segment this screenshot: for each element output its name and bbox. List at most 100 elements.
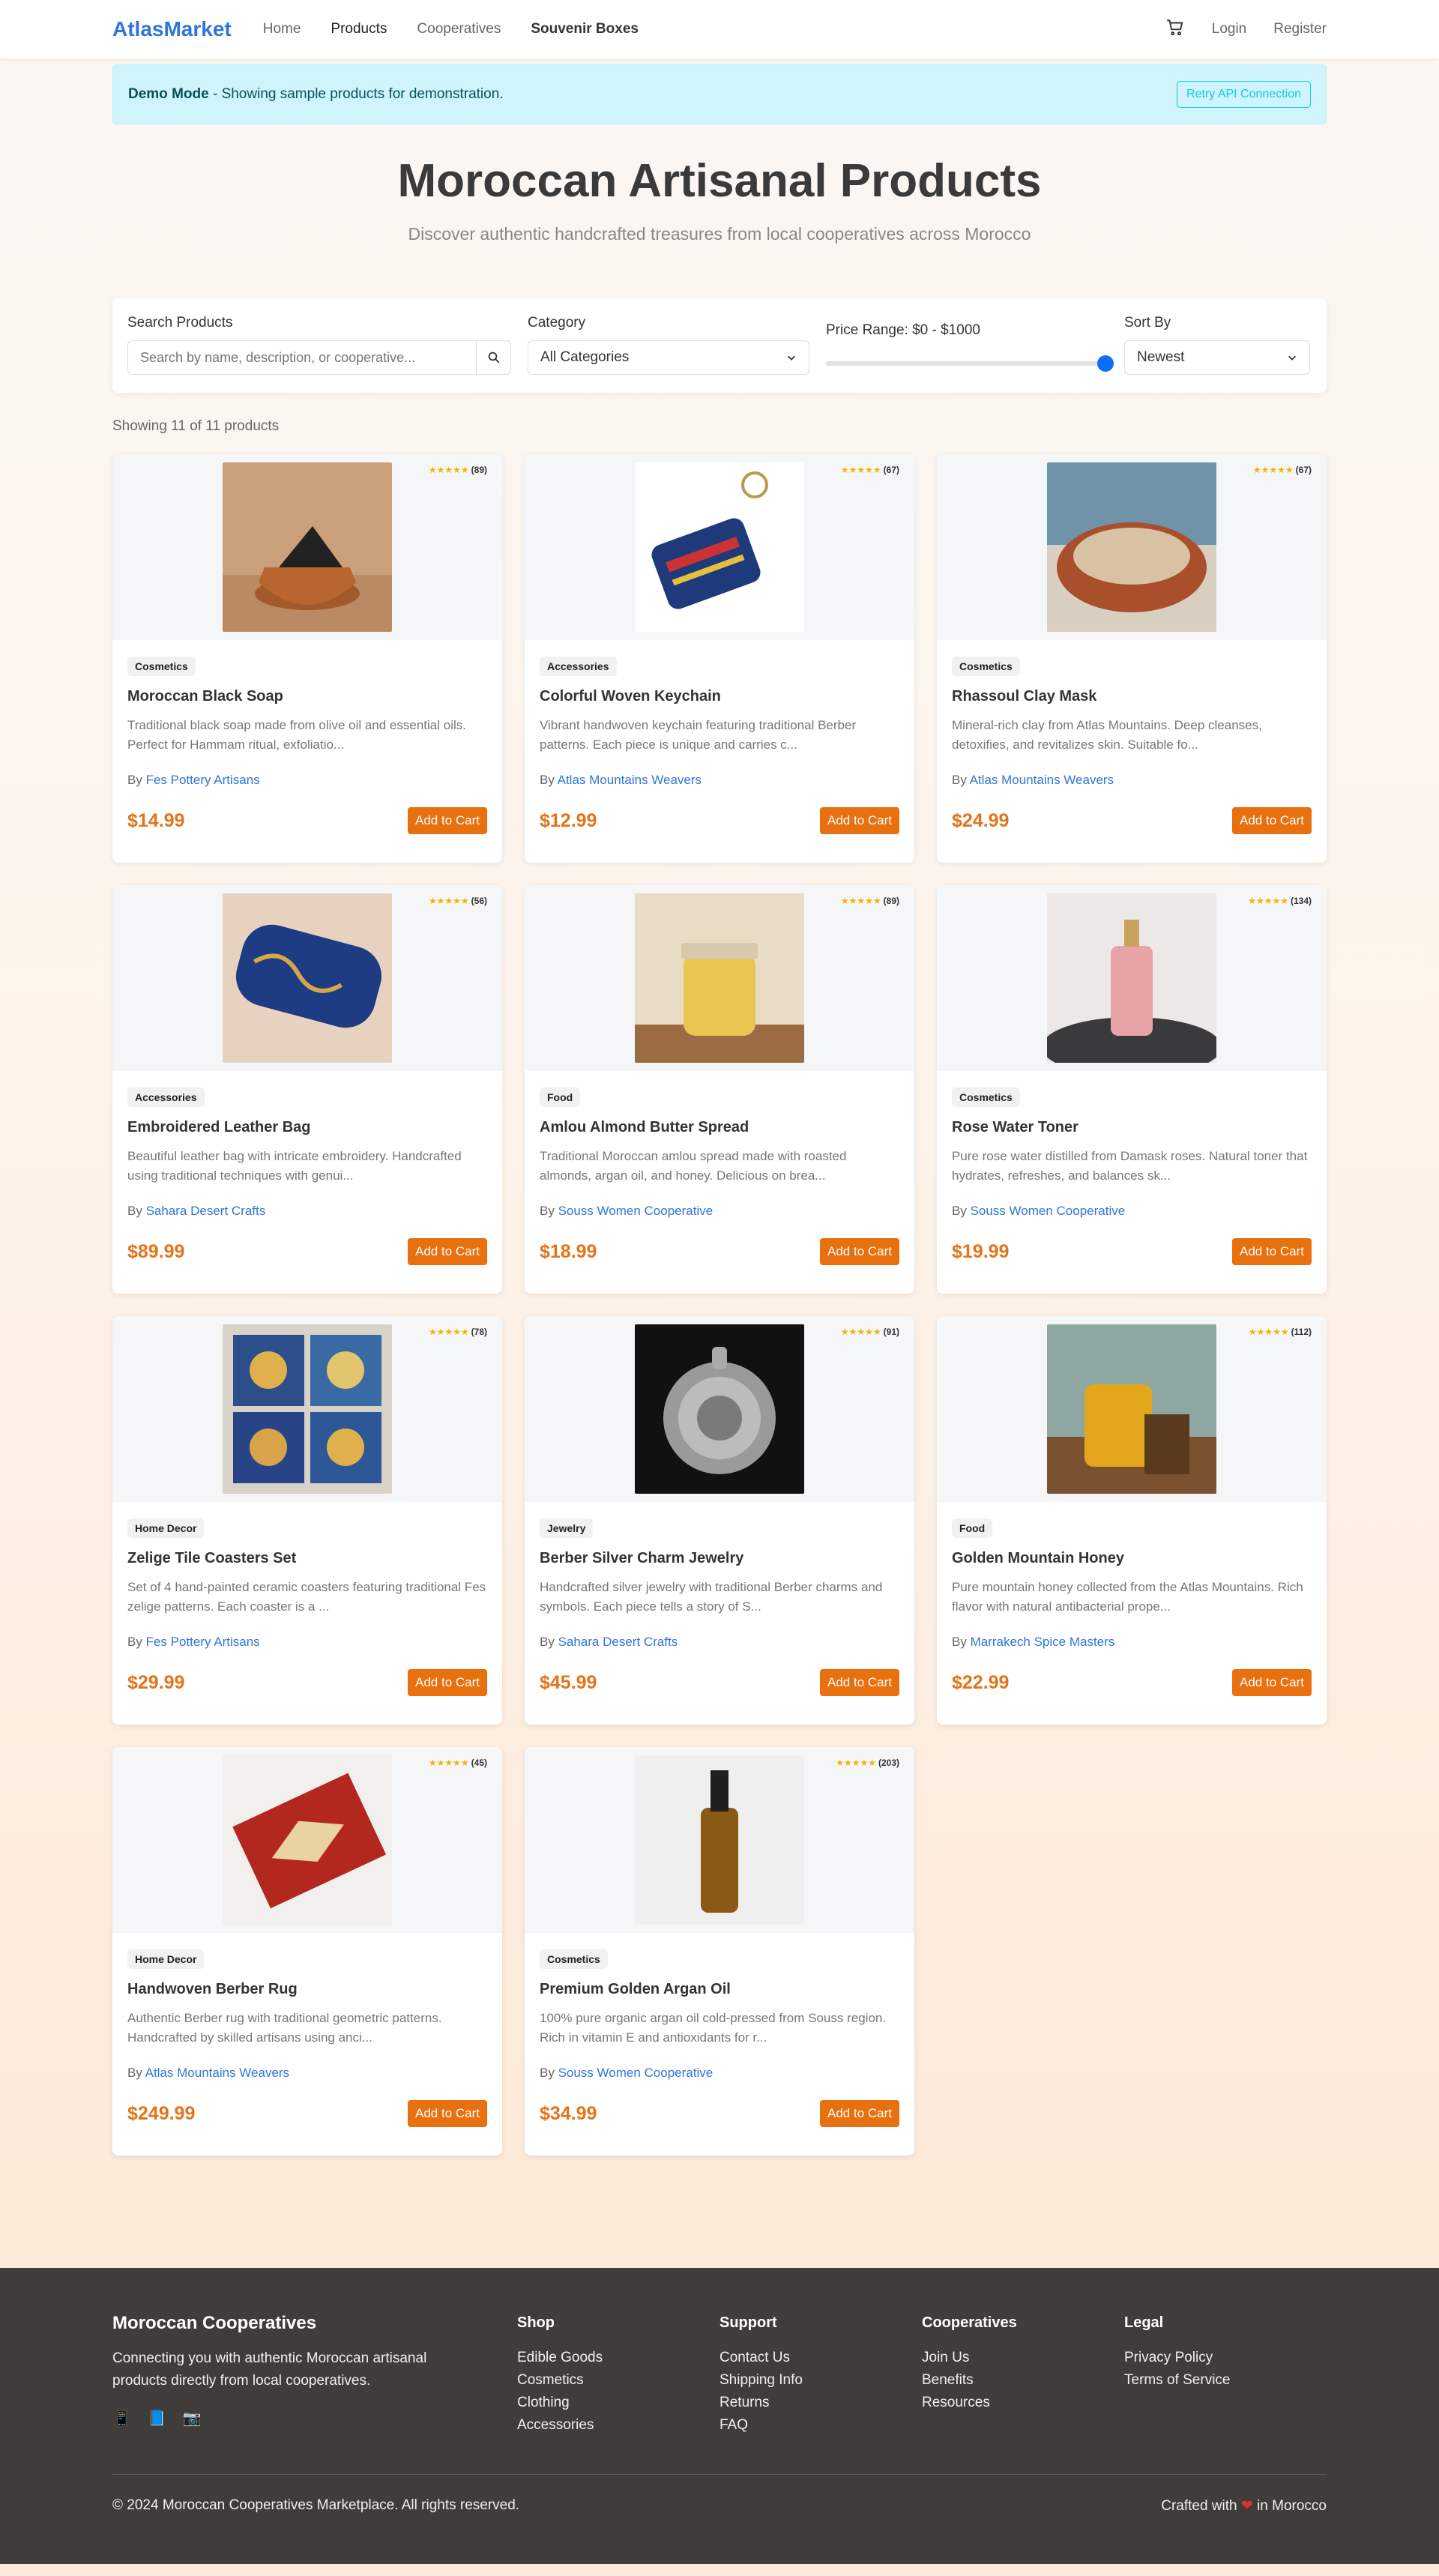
category-select[interactable]: All Categories <box>528 340 809 375</box>
star-icons: ★★★★★ <box>836 1758 876 1768</box>
nav-link-products[interactable]: Products <box>331 21 387 37</box>
product-image[interactable] <box>223 1755 392 1925</box>
product-title[interactable]: Handwoven Berber Rug <box>127 1981 487 1998</box>
register-link[interactable]: Register <box>1273 21 1327 37</box>
cooperative-link[interactable]: Fes Pottery Artisans <box>146 1635 260 1649</box>
rating: ★★★★★ (134) <box>1248 896 1312 906</box>
product-title[interactable]: Berber Silver Charm Jewelry <box>540 1550 899 1567</box>
alert-text: Demo Mode - Showing sample products for … <box>128 86 504 103</box>
footer-link[interactable]: Terms of Service <box>1124 2369 1327 2392</box>
cooperative-link[interactable]: Atlas Mountains Weavers <box>145 2066 289 2080</box>
product-image[interactable] <box>223 893 392 1063</box>
sort-select[interactable]: Newest <box>1124 340 1310 375</box>
product-card[interactable]: ★★★★★ (45) Home Decor Handwoven Berber Ru… <box>112 1747 502 2156</box>
footer-link[interactable]: Edible Goods <box>517 2347 720 2369</box>
product-card[interactable]: ★★★★★ (67) Accessories Colorful Woven Key… <box>525 454 914 863</box>
product-image[interactable] <box>635 893 804 1063</box>
product-title[interactable]: Premium Golden Argan Oil <box>540 1981 899 1998</box>
product-card[interactable]: ★★★★★ (89) Cosmetics Moroccan Black Soap … <box>112 454 502 863</box>
footer-link[interactable]: Cosmetics <box>517 2369 720 2392</box>
cooperative-link[interactable]: Fes Pottery Artisans <box>146 773 260 787</box>
phone-icon[interactable]: 📱 <box>112 2409 131 2428</box>
product-card[interactable]: ★★★★★ (56) Accessories Embroidered Leathe… <box>112 885 502 1294</box>
product-image[interactable] <box>223 1324 392 1494</box>
footer-link[interactable]: FAQ <box>720 2414 922 2437</box>
product-title[interactable]: Colorful Woven Keychain <box>540 688 899 705</box>
nav-link-souvenir-boxes[interactable]: Souvenir Boxes <box>531 21 639 37</box>
add-to-cart-button[interactable]: Add to Cart <box>820 2100 899 2127</box>
brand-logo[interactable]: AtlasMarket <box>112 17 232 41</box>
add-to-cart-button[interactable]: Add to Cart <box>408 1669 487 1696</box>
cart-icon[interactable] <box>1165 18 1185 41</box>
nav-link-cooperatives[interactable]: Cooperatives <box>417 21 501 37</box>
footer-support-title: Support <box>720 2314 777 2331</box>
product-title[interactable]: Golden Mountain Honey <box>952 1550 1312 1567</box>
add-to-cart-button[interactable]: Add to Cart <box>820 807 899 834</box>
product-title[interactable]: Moroccan Black Soap <box>127 688 487 705</box>
footer-link[interactable]: Join Us <box>922 2347 1124 2369</box>
cooperative-link[interactable]: Atlas Mountains Weavers <box>970 773 1114 787</box>
product-title[interactable]: Amlou Almond Butter Spread <box>540 1119 899 1136</box>
star-icons: ★★★★★ <box>840 465 881 475</box>
footer-link[interactable]: Benefits <box>922 2369 1124 2392</box>
footer-link[interactable]: Resources <box>922 2392 1124 2414</box>
product-title[interactable]: Rhassoul Clay Mask <box>952 688 1312 705</box>
product-card[interactable]: ★★★★★ (203) Cosmetics Premium Golden Arga… <box>525 1747 914 2156</box>
category-badge: Cosmetics <box>952 657 1020 676</box>
add-to-cart-button[interactable]: Add to Cart <box>1232 1238 1312 1265</box>
footer-link[interactable]: Privacy Policy <box>1124 2347 1327 2369</box>
login-link[interactable]: Login <box>1212 21 1247 37</box>
product-description: Traditional black soap made from olive o… <box>127 718 466 752</box>
tablet-icon[interactable]: 📘 <box>148 2409 166 2428</box>
add-to-cart-button[interactable]: Add to Cart <box>408 1238 487 1265</box>
search-button[interactable] <box>476 341 510 374</box>
product-title[interactable]: Rose Water Toner <box>952 1119 1312 1136</box>
product-card[interactable]: ★★★★★ (89) Food Amlou Almond Butter Sprea… <box>525 885 914 1294</box>
product-image[interactable] <box>223 462 392 632</box>
retry-api-button[interactable]: Retry API Connection <box>1177 81 1311 108</box>
filter-panel: Search Products Category All Categories … <box>112 298 1327 393</box>
cooperative-link[interactable]: Sahara Desert Crafts <box>558 1635 678 1649</box>
product-image[interactable] <box>635 1755 804 1925</box>
footer-link[interactable]: Shipping Info <box>720 2369 922 2392</box>
page-title: Moroccan Artisanal Products <box>397 155 1042 207</box>
nav-link-home[interactable]: Home <box>263 21 301 37</box>
cooperative-link[interactable]: Souss Women Cooperative <box>971 1204 1126 1218</box>
product-image-area: ★★★★★ (67) <box>525 454 914 640</box>
product-title[interactable]: Zelige Tile Coasters Set <box>127 1550 487 1567</box>
footer-link[interactable]: Clothing <box>517 2392 720 2414</box>
search-input[interactable] <box>128 341 476 374</box>
product-card[interactable]: ★★★★★ (78) Home Decor Zelige Tile Coaster… <box>112 1316 502 1725</box>
product-image[interactable] <box>1047 462 1216 632</box>
cooperative-link[interactable]: Marrakech Spice Masters <box>971 1635 1115 1649</box>
camera-icon[interactable]: 📷 <box>183 2409 202 2428</box>
add-to-cart-button[interactable]: Add to Cart <box>820 1669 899 1696</box>
rating: ★★★★★ (67) <box>841 465 899 475</box>
footer-link[interactable]: Contact Us <box>720 2347 922 2369</box>
product-image[interactable] <box>635 462 804 632</box>
review-count: (203) <box>878 1758 899 1768</box>
price-range-slider[interactable] <box>826 355 1114 372</box>
cooperative-link[interactable]: Atlas Mountains Weavers <box>558 773 702 787</box>
footer-link[interactable]: Accessories <box>517 2414 720 2437</box>
add-to-cart-button[interactable]: Add to Cart <box>1232 807 1312 834</box>
add-to-cart-button[interactable]: Add to Cart <box>820 1238 899 1265</box>
add-to-cart-button[interactable]: Add to Cart <box>408 2100 487 2127</box>
cooperative-link[interactable]: Sahara Desert Crafts <box>146 1204 266 1218</box>
product-image[interactable] <box>1047 1324 1216 1494</box>
product-image[interactable] <box>635 1324 804 1494</box>
product-card[interactable]: ★★★★★ (134) Cosmetics Rose Water Toner Pu… <box>937 885 1327 1294</box>
by-label: By <box>127 1204 146 1218</box>
product-card[interactable]: ★★★★★ (91) Jewelry Berber Silver Charm Je… <box>525 1316 914 1725</box>
add-to-cart-button[interactable]: Add to Cart <box>408 807 487 834</box>
cooperative-link[interactable]: Souss Women Cooperative <box>558 2066 714 2080</box>
slider-thumb[interactable] <box>1097 355 1114 372</box>
add-to-cart-button[interactable]: Add to Cart <box>1232 1669 1312 1696</box>
product-title[interactable]: Embroidered Leather Bag <box>127 1119 487 1136</box>
product-image[interactable] <box>1047 893 1216 1063</box>
product-card[interactable]: ★★★★★ (67) Cosmetics Rhassoul Clay Mask M… <box>937 454 1327 863</box>
product-card[interactable]: ★★★★★ (112) Food Golden Mountain Honey Pu… <box>937 1316 1327 1725</box>
footer-link[interactable]: Returns <box>720 2392 922 2414</box>
product-cooperative: By Fes Pottery Artisans <box>127 773 487 788</box>
cooperative-link[interactable]: Souss Women Cooperative <box>558 1204 714 1218</box>
